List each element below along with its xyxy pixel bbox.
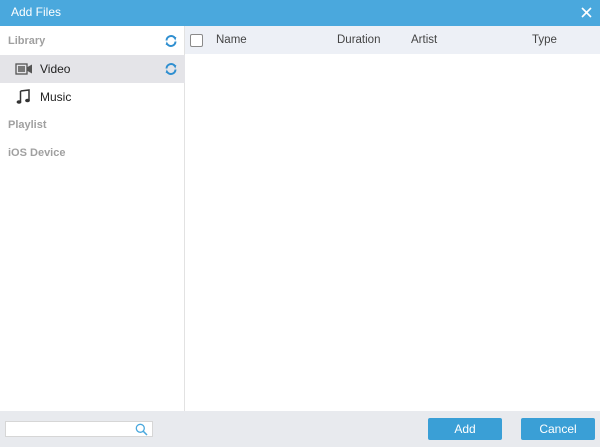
ios-device-header[interactable]: iOS Device	[8, 147, 65, 159]
add-button[interactable]: Add	[428, 418, 502, 440]
column-artist[interactable]: Artist	[411, 34, 437, 46]
library-header: Library	[8, 35, 46, 47]
library-refresh-icon[interactable]	[164, 34, 178, 48]
footer-bar: Add Cancel	[0, 411, 600, 447]
table-header: Name Duration Artist Type	[185, 26, 600, 54]
search-icon[interactable]	[135, 423, 148, 436]
music-note-icon	[15, 89, 33, 105]
column-type[interactable]: Type	[532, 34, 557, 46]
title-bar: Add Files	[0, 0, 600, 26]
search-box	[5, 421, 153, 437]
cancel-button[interactable]: Cancel	[521, 418, 595, 440]
sidebar-item-video[interactable]: Video	[0, 55, 185, 83]
video-camera-icon	[15, 61, 33, 77]
sidebar-item-label: Music	[40, 90, 72, 104]
sidebar-item-label: Video	[40, 62, 71, 76]
video-refresh-icon[interactable]	[164, 62, 178, 76]
sidebar: Library Video Music Playlist iOS Device	[0, 26, 185, 411]
playlist-header[interactable]: Playlist	[8, 119, 47, 131]
search-input[interactable]	[9, 422, 131, 436]
column-duration[interactable]: Duration	[337, 34, 380, 46]
close-icon[interactable]	[578, 3, 594, 21]
column-name[interactable]: Name	[216, 34, 247, 46]
window-title: Add Files	[11, 5, 62, 19]
file-list: Name Duration Artist Type	[185, 26, 600, 411]
select-all-checkbox[interactable]	[190, 34, 203, 47]
sidebar-item-music[interactable]: Music	[0, 83, 185, 111]
